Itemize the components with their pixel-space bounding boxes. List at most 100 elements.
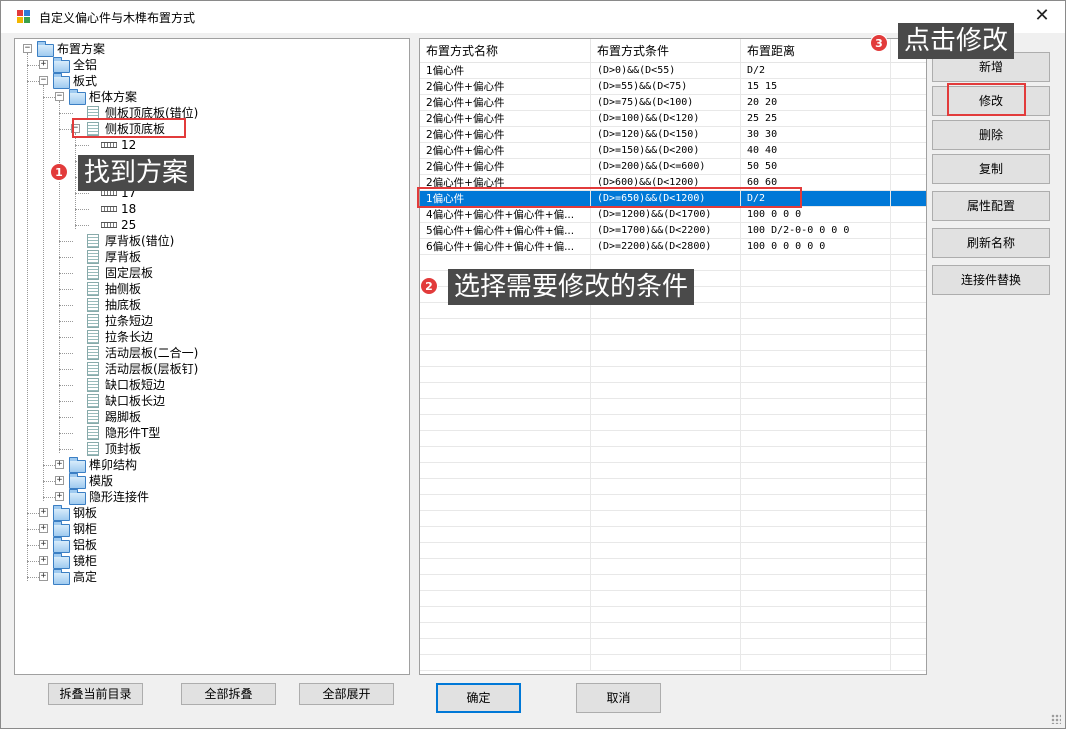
tree-node-label: 拉条短边	[105, 314, 154, 328]
collapse-icon[interactable]: −	[39, 76, 48, 85]
scheme-tree[interactable]: −布置方案+全铝−板式−柜体方案侧板顶底板(错位)−侧板顶底板121516171…	[14, 38, 410, 675]
empty-row	[420, 543, 926, 559]
tree-node-label: 活动层板(层板钉)	[105, 362, 199, 376]
tree-node-item-17[interactable]: 拉条短边	[15, 313, 405, 329]
tree-node-item-25[interactable]: 顶封板	[15, 441, 405, 457]
table-row[interactable]: 2偏心件+偏心件 (D>600)&&(D<1200) 60 60	[420, 175, 926, 191]
tree-node-item-20[interactable]: 活动层板(层板钉)	[15, 361, 405, 377]
empty-row	[420, 559, 926, 575]
table-row[interactable]: 2偏心件+偏心件 (D>=75)&&(D<100) 20 20	[420, 95, 926, 111]
empty-row	[420, 527, 926, 543]
tree-node-item-7[interactable]: 15	[15, 153, 405, 169]
table-row[interactable]: 5偏心件+偏心件+偏心件+偏... (D>=1700)&&(D<2200) 100 …	[420, 223, 926, 239]
table-row[interactable]: 6偏心件+偏心件+偏心件+偏... (D>=2200)&&(D<2800) 100 …	[420, 239, 926, 255]
expand-icon[interactable]: +	[55, 492, 64, 501]
tree-node-item-14[interactable]: 固定层板	[15, 265, 405, 281]
expand-icon[interactable]: +	[39, 540, 48, 549]
tree-node-item-21[interactable]: 缺口板短边	[15, 377, 405, 393]
tree-node-item-8[interactable]: 16	[15, 169, 405, 185]
tree-node-item-11[interactable]: 25	[15, 217, 405, 233]
tree-node-steel-cabinet[interactable]: + 钢柜	[15, 521, 405, 537]
cancel-button[interactable]: 取消	[576, 683, 661, 713]
column-header-condition[interactable]: 布置方式条件	[591, 39, 741, 63]
close-button[interactable]: ✕	[1019, 1, 1065, 31]
tree-node-item-12[interactable]: 厚背板(错位)	[15, 233, 405, 249]
tree-node-mortise-tenon[interactable]: + 榫卯结构	[15, 457, 405, 473]
tree-node-item-22[interactable]: 缺口板长边	[15, 393, 405, 409]
expand-icon[interactable]: +	[39, 524, 48, 533]
tree-node-item-19[interactable]: 活动层板(二合一)	[15, 345, 405, 361]
cell-distance: 25 25	[741, 111, 891, 127]
collapse-all-button[interactable]: 全部拆叠	[181, 683, 276, 705]
tree-node-root[interactable]: − 布置方案	[15, 41, 405, 57]
window-title: 自定义偏心件与木榫布置方式	[39, 11, 196, 25]
ok-button[interactable]: 确定	[436, 683, 521, 713]
table-row[interactable]: 2偏心件+偏心件 (D>=200)&&(D<=600) 50 50	[420, 159, 926, 175]
tree-node-custom[interactable]: + 高定	[15, 569, 405, 585]
resize-grip-icon[interactable]	[1051, 714, 1061, 724]
tree-node-all-aluminum[interactable]: + 全铝	[15, 57, 405, 73]
expand-icon[interactable]: +	[39, 60, 48, 69]
table-row[interactable]: 1偏心件 (D>0)&&(D<55) D/2	[420, 63, 926, 79]
tree-node-item-4[interactable]: 侧板顶底板(错位)	[15, 105, 405, 121]
refresh-name-button[interactable]: 刷新名称	[932, 228, 1050, 258]
tree-node-label: 镜柜	[73, 554, 98, 568]
empty-row	[420, 607, 926, 623]
tree-node-item-23[interactable]: 踢脚板	[15, 409, 405, 425]
replace-connector-button[interactable]: 连接件替换	[932, 265, 1050, 295]
empty-row	[420, 335, 926, 351]
step1-callout: 找到方案	[78, 155, 195, 191]
cell-distance: 100 0 0 0	[741, 207, 891, 223]
tree-node-label: 18	[121, 202, 137, 216]
table-row[interactable]: 2偏心件+偏心件 (D>=150)&&(D<200) 40 40	[420, 143, 926, 159]
collapse-icon[interactable]: −	[71, 124, 80, 133]
collapse-icon[interactable]: −	[55, 92, 64, 101]
tree-node-cabinet-scheme[interactable]: − 柜体方案	[15, 89, 405, 105]
column-header-distance[interactable]: 布置距离	[741, 39, 891, 63]
tree-node-label: 顶封板	[105, 442, 142, 456]
table-row[interactable]: 1偏心件 (D>=650)&&(D<1200) D/2	[420, 191, 926, 207]
tree-node-label: 厚背板	[105, 250, 142, 264]
tree-node-item-5[interactable]: − 侧板顶底板	[15, 121, 405, 137]
tree-node-item-6[interactable]: 12	[15, 137, 405, 153]
collapse-icon[interactable]: −	[23, 44, 32, 53]
tree-node-item-16[interactable]: 抽底板	[15, 297, 405, 313]
tree-node-template[interactable]: + 模版	[15, 473, 405, 489]
property-config-button[interactable]: 属性配置	[932, 191, 1050, 221]
column-header-name[interactable]: 布置方式名称	[420, 39, 591, 63]
tree-node-aluminum-panel[interactable]: + 铝板	[15, 537, 405, 553]
expand-icon[interactable]: +	[55, 460, 64, 469]
expand-icon[interactable]: +	[55, 476, 64, 485]
tree-node-item-10[interactable]: 18	[15, 201, 405, 217]
cell-name: 2偏心件+偏心件	[420, 79, 591, 95]
cell-condition: (D>=1700)&&(D<2200)	[591, 223, 741, 239]
table-row[interactable]: 2偏心件+偏心件 (D>=120)&&(D<150) 30 30	[420, 127, 926, 143]
empty-row	[420, 511, 926, 527]
thickness-icon	[101, 222, 117, 228]
tree-node-steel-panel[interactable]: + 钢板	[15, 505, 405, 521]
tree-node-item-15[interactable]: 抽侧板	[15, 281, 405, 297]
collapse-current-button[interactable]: 拆叠当前目录	[48, 683, 143, 705]
tree-node-item-24[interactable]: 隐形件T型	[15, 425, 405, 441]
tree-node-label: 抽侧板	[105, 282, 142, 296]
tree-node-item-13[interactable]: 厚背板	[15, 249, 405, 265]
expand-icon[interactable]: +	[39, 508, 48, 517]
tree-node-label: 抽底板	[105, 298, 142, 312]
table-row[interactable]: 2偏心件+偏心件 (D>=100)&&(D<120) 25 25	[420, 111, 926, 127]
table-row[interactable]: 2偏心件+偏心件 (D>=55)&&(D<75) 15 15	[420, 79, 926, 95]
tree-node-item-9[interactable]: 17	[15, 185, 405, 201]
document-icon	[87, 442, 99, 456]
expand-icon[interactable]: +	[39, 556, 48, 565]
expand-icon[interactable]: +	[39, 572, 48, 581]
cell-name: 2偏心件+偏心件	[420, 111, 591, 127]
table-row[interactable]: 4偏心件+偏心件+偏心件+偏... (D>=1200)&&(D<1700) 100 …	[420, 207, 926, 223]
copy-button[interactable]: 复制	[932, 154, 1050, 184]
modify-button[interactable]: 修改	[932, 86, 1050, 116]
delete-button[interactable]: 删除	[932, 120, 1050, 150]
tree-node-panel[interactable]: − 板式	[15, 73, 405, 89]
tree-node-hidden-connector[interactable]: + 隐形连接件	[15, 489, 405, 505]
tree-node-mirror-cabinet[interactable]: + 镜柜	[15, 553, 405, 569]
expand-all-button[interactable]: 全部展开	[299, 683, 394, 705]
tree-node-item-18[interactable]: 拉条长边	[15, 329, 405, 345]
layout-grid[interactable]: 布置方式名称 布置方式条件 布置距离 1偏心件 (D>0)&&(D<55) D/2 2…	[419, 38, 927, 675]
